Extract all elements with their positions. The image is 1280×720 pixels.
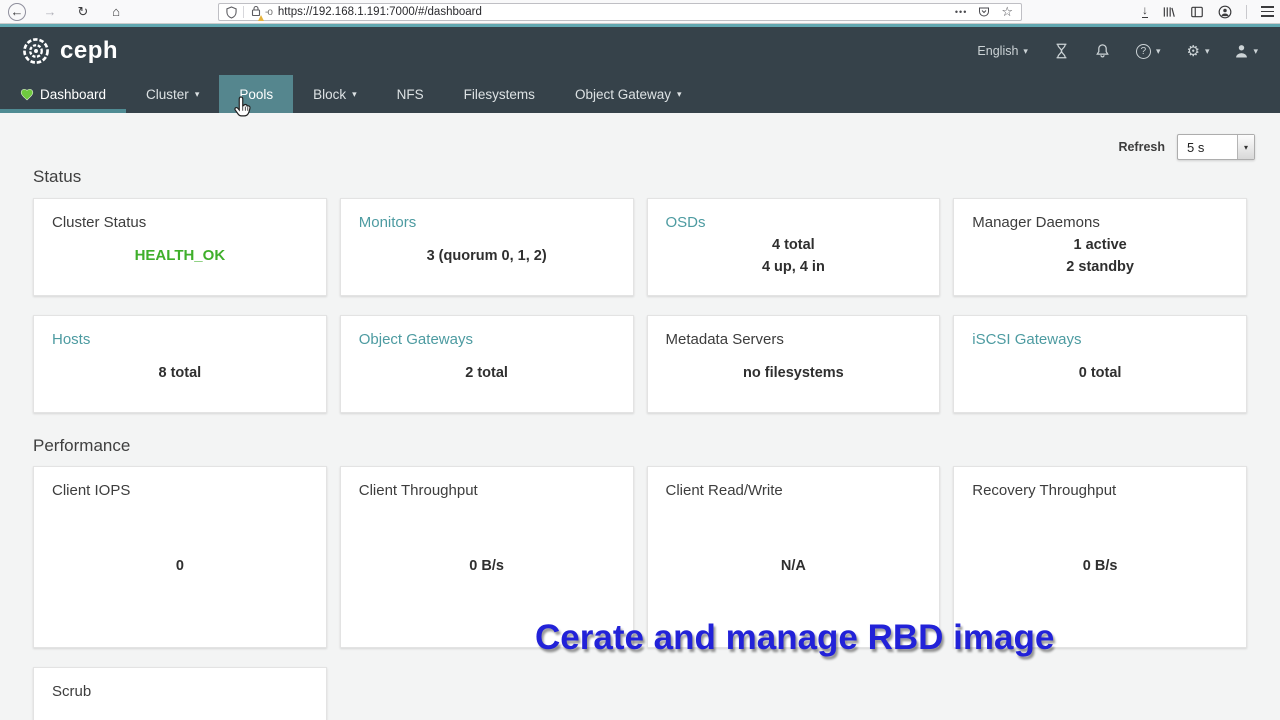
nav-object-gateway[interactable]: Object Gateway ▾ — [555, 75, 702, 113]
nav-dashboard[interactable]: Dashboard — [0, 75, 127, 113]
nav-cluster[interactable]: Cluster ▾ — [126, 75, 219, 113]
card-cluster-status: Cluster Status HEALTH_OK — [33, 198, 327, 296]
ceph-logo-icon — [23, 38, 49, 64]
card-object-gateways: Object Gateways 2 total — [339, 315, 634, 413]
brand-name: ceph — [60, 37, 119, 64]
gear-icon: ⚙ — [1186, 42, 1200, 60]
chevron-down-icon: ▾ — [352, 88, 357, 99]
metadata-servers-value: no filesystems — [743, 364, 844, 381]
connection-icon[interactable]: -o — [265, 7, 273, 18]
chevron-down-icon: ▾ — [1253, 45, 1258, 56]
status-card-grid: Cluster Status HEALTH_OK Monitors 3 (quo… — [33, 198, 1247, 413]
monitors-value: 3 (quorum 0, 1, 2) — [426, 247, 547, 264]
object-gateways-value: 2 total — [465, 364, 508, 381]
client-iops-value: 0 — [175, 557, 184, 574]
browser-home-button[interactable]: ⌂ — [107, 3, 125, 21]
mgr-active-value: 1 active — [1073, 236, 1127, 253]
mgr-standby-value: 2 standby — [1066, 258, 1134, 275]
card-title: Cluster Status — [52, 214, 147, 231]
settings-dropdown[interactable]: ⚙ ▾ — [1186, 42, 1209, 60]
url-text[interactable]: https://192.168.1.191:7000/#/dashboard — [278, 6, 955, 18]
urlbar-separator — [243, 6, 244, 18]
menu-icon[interactable] — [1261, 6, 1274, 17]
status-heading: Status — [33, 167, 82, 186]
bookmark-star-icon[interactable]: ☆ — [1001, 4, 1013, 20]
iscsi-gateways-link[interactable]: iSCSI Gateways — [972, 331, 1228, 348]
language-dropdown[interactable]: English ▾ — [977, 44, 1028, 58]
card-title: Client IOPS — [52, 482, 131, 499]
card-osds: OSDs 4 total 4 up, 4 in — [646, 198, 941, 296]
user-icon — [1236, 45, 1248, 58]
browser-toolbar: ← → ↻ ⌂ -o https://192.168.1.191:7000/#/… — [0, 0, 1280, 24]
refresh-interval-value: 5 s — [1187, 139, 1205, 155]
nav-filesystems[interactable]: Filesystems — [444, 75, 555, 113]
user-dropdown[interactable]: ▾ — [1235, 44, 1258, 58]
refresh-label: Refresh — [1118, 140, 1165, 154]
mouse-cursor-hand-icon — [234, 96, 251, 117]
account-icon[interactable] — [1218, 5, 1232, 19]
card-title: Recovery Throughput — [972, 482, 1117, 499]
performance-heading: Performance — [33, 436, 131, 455]
card-monitors: Monitors 3 (quorum 0, 1, 2) — [339, 198, 634, 296]
help-icon: ? — [1135, 43, 1151, 59]
card-title: Metadata Servers — [665, 331, 784, 348]
page-actions-icon[interactable]: ••• — [955, 7, 967, 17]
tracking-protection-shield-icon[interactable] — [226, 5, 237, 19]
card-client-iops: Client IOPS 0 — [33, 466, 327, 648]
osds-upin-value: 4 up, 4 in — [761, 258, 825, 275]
card-title: Scrub — [52, 683, 92, 700]
card-title: Manager Daemons — [972, 214, 1100, 231]
card-title: Client Throughput — [358, 482, 478, 499]
client-read-write-value: N/A — [780, 557, 806, 574]
hosts-value: 8 total — [158, 364, 202, 381]
refresh-interval-select[interactable]: 5 s ▾ — [1177, 134, 1255, 160]
hosts-link[interactable]: Hosts — [52, 331, 308, 348]
pocket-icon[interactable] — [978, 6, 990, 18]
scrub-card-grid: Scrub — [33, 667, 1247, 720]
card-scrub: Scrub — [33, 667, 327, 720]
chevron-down-icon: ▾ — [194, 88, 200, 99]
lock-icon[interactable] — [251, 5, 264, 21]
client-throughput-value: 0 B/s — [469, 557, 504, 574]
browser-back-button[interactable]: ← — [8, 2, 26, 21]
card-title: Client Read/Write — [665, 482, 783, 499]
nav-nfs[interactable]: NFS — [377, 75, 444, 113]
tasks-hourglass-icon[interactable] — [1054, 43, 1069, 59]
select-arrow-button[interactable]: ▾ — [1237, 135, 1254, 159]
ceph-brand[interactable]: ceph — [20, 35, 118, 67]
app-header: ceph English ▾ ? ▾ ⚙ ▾ ▾ — [0, 27, 1280, 75]
help-dropdown[interactable]: ? ▾ — [1135, 43, 1161, 59]
video-caption-overlay: Cerate and manage RBD image — [535, 618, 1055, 657]
card-hosts: Hosts 8 total — [33, 315, 327, 413]
recovery-throughput-value: 0 B/s — [1082, 557, 1118, 574]
object-gateways-link[interactable]: Object Gateways — [359, 331, 615, 348]
main-nav: Dashboard Cluster ▾ Pools Block ▾ NFS Fi… — [0, 75, 1280, 113]
notifications-bell-icon[interactable] — [1095, 43, 1110, 59]
nav-block[interactable]: Block ▾ — [293, 75, 377, 113]
osds-link[interactable]: OSDs — [666, 214, 922, 231]
chevron-down-icon: ▾ — [1204, 45, 1210, 56]
library-icon[interactable] — [1162, 5, 1176, 19]
chevron-down-icon: ▾ — [1155, 45, 1161, 56]
sidebar-toggle-icon[interactable] — [1190, 5, 1204, 19]
card-manager-daemons: Manager Daemons 1 active 2 standby — [953, 198, 1247, 296]
osds-total-value: 4 total — [772, 236, 815, 253]
iscsi-gateways-value: 0 total — [1078, 364, 1122, 381]
chevron-down-icon: ▾ — [1023, 45, 1028, 56]
mixed-content-warning-icon — [258, 14, 264, 21]
downloads-icon[interactable]: ↓ — [1142, 4, 1148, 18]
card-metadata-servers: Metadata Servers no filesystems — [646, 315, 941, 413]
address-bar[interactable]: -o https://192.168.1.191:7000/#/dashboar… — [218, 3, 1022, 21]
chevron-down-icon: ▾ — [676, 88, 682, 99]
card-iscsi-gateways: iSCSI Gateways 0 total — [953, 315, 1247, 413]
toolbar-separator — [1246, 4, 1247, 19]
monitors-link[interactable]: Monitors — [359, 214, 615, 231]
health-heart-icon — [20, 88, 34, 100]
browser-reload-button[interactable]: ↻ — [74, 3, 92, 21]
browser-forward-button[interactable]: → — [41, 3, 59, 21]
cluster-health-value: HEALTH_OK — [134, 246, 226, 264]
